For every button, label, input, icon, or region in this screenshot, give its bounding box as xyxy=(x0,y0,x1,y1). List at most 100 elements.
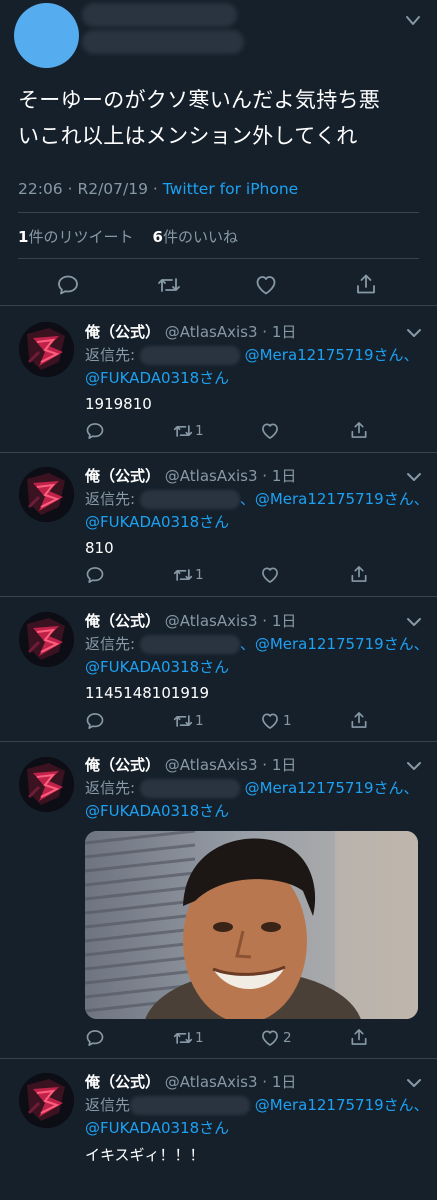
retweet-count: 1 xyxy=(18,228,29,246)
handle-and-time[interactable]: @AtlasAxis3 · 1日 xyxy=(165,756,297,774)
chevron-down-icon[interactable] xyxy=(405,327,423,339)
mention-link[interactable]: 、@Mera12175719さん、 xyxy=(240,635,429,653)
avatar[interactable] xyxy=(19,467,74,522)
heart-icon[interactable] xyxy=(260,711,280,731)
mention-link[interactable]: @FUKADA0318さん xyxy=(85,802,229,820)
like-count: 1 xyxy=(283,713,292,729)
tweet-source-link[interactable]: Twitter for iPhone xyxy=(163,180,298,198)
tweet-thread-page: そーゆーのがクソ寒いんだよ気持ち悪 いこれ以上はメンション外してくれ 22:06… xyxy=(0,0,437,1200)
replying-to: 返信先: @Mera12175719さん、 xyxy=(85,777,419,798)
replying-to: @FUKADA0318さん xyxy=(85,1117,229,1138)
replying-to-label: 返信先 xyxy=(85,1096,131,1114)
author-handle-redacted[interactable] xyxy=(82,30,244,54)
replying-to-label: 返信先: xyxy=(85,779,140,797)
reply-text: 810 xyxy=(85,539,114,557)
tweet-timestamp[interactable]: 22:06 · R2/07/19 · xyxy=(18,180,163,198)
chevron-down-icon[interactable] xyxy=(403,14,423,28)
reply-tweet[interactable]: 俺（公式） @AtlasAxis3 · 1日 返信先: 、@Mera121757… xyxy=(0,453,437,596)
replying-to: @FUKADA0318さん xyxy=(85,511,229,532)
display-name[interactable]: 俺（公式） xyxy=(85,467,160,485)
reply-text: イキスギィ！！！ xyxy=(85,1146,205,1164)
display-name[interactable]: 俺（公式） xyxy=(85,756,160,774)
heart-icon[interactable] xyxy=(260,421,280,441)
handle-and-time[interactable]: @AtlasAxis3 · 1日 xyxy=(165,1073,297,1091)
retweet-count: 1 xyxy=(195,567,204,583)
handle-and-time[interactable]: @AtlasAxis3 · 1日 xyxy=(165,323,297,341)
display-name[interactable]: 俺（公式） xyxy=(85,323,160,341)
redacted-mention xyxy=(139,779,240,798)
tweet-stats: 1件のリツイート 6件のいいね xyxy=(18,226,238,247)
reply-tweet[interactable]: 俺（公式） @AtlasAxis3 · 1日 返信先: @Mera1217571… xyxy=(0,306,437,452)
tweet-text: そーゆーのがクソ寒いんだよ気持ち悪 いこれ以上はメンション外してくれ xyxy=(18,82,428,154)
avatar[interactable] xyxy=(19,612,74,667)
reply-icon[interactable] xyxy=(85,421,105,441)
reply-actions: 1 xyxy=(0,564,437,588)
reply-tweet[interactable]: 俺（公式） @AtlasAxis3 · 1日 返信先 @Mera12175719… xyxy=(0,1059,437,1200)
handle-and-time[interactable]: @AtlasAxis3 · 1日 xyxy=(165,612,297,630)
replying-to: 返信先 @Mera12175719さん、 xyxy=(85,1094,429,1115)
reply-icon[interactable] xyxy=(85,565,105,585)
reply-icon[interactable] xyxy=(85,1028,105,1048)
avatar[interactable] xyxy=(19,757,74,812)
chevron-down-icon[interactable] xyxy=(405,1077,423,1089)
like-count: 6 xyxy=(152,228,163,246)
chevron-down-icon[interactable] xyxy=(405,471,423,483)
retweet-count: 1 xyxy=(195,423,204,439)
reply-header: 俺（公式） @AtlasAxis3 · 1日 xyxy=(85,465,296,486)
divider xyxy=(18,258,419,259)
mention-link[interactable]: @FUKADA0318さん xyxy=(85,658,229,676)
heart-icon[interactable] xyxy=(254,273,278,297)
mention-link[interactable]: @FUKADA0318さん xyxy=(85,1119,229,1137)
reply-header: 俺（公式） @AtlasAxis3 · 1日 xyxy=(85,610,296,631)
share-icon[interactable] xyxy=(354,272,378,296)
redacted-mention xyxy=(139,635,240,654)
redacted-mention xyxy=(139,490,240,509)
mention-link[interactable]: @FUKADA0318さん xyxy=(85,369,229,387)
share-icon[interactable] xyxy=(349,564,369,584)
retweet-icon[interactable] xyxy=(172,565,194,585)
reply-tweet[interactable]: 俺（公式） @AtlasAxis3 · 1日 返信先: 、@Mera121757… xyxy=(0,597,437,741)
mention-link[interactable]: @Mera12175719さん、 xyxy=(255,1096,429,1114)
retweet-icon[interactable] xyxy=(156,273,182,297)
mention-link[interactable]: @Mera12175719さん、 xyxy=(245,346,419,364)
reply-icon[interactable] xyxy=(56,273,80,297)
share-icon[interactable] xyxy=(349,1027,369,1047)
reply-header: 俺（公式） @AtlasAxis3 · 1日 xyxy=(85,1071,296,1092)
avatar[interactable] xyxy=(19,322,74,377)
like-stat[interactable]: 6件のいいね xyxy=(153,228,238,246)
reply-actions: 1 2 xyxy=(0,1027,437,1051)
replying-to: @FUKADA0318さん xyxy=(85,800,229,821)
divider xyxy=(18,212,419,213)
redacted-mention xyxy=(130,1096,251,1115)
avatar[interactable] xyxy=(19,1073,74,1128)
main-tweet: そーゆーのがクソ寒いんだよ気持ち悪 いこれ以上はメンション外してくれ 22:06… xyxy=(0,0,437,305)
display-name[interactable]: 俺（公式） xyxy=(85,1073,160,1091)
replying-to: 返信先: 、@Mera12175719さん、 xyxy=(85,633,429,654)
retweet-icon[interactable] xyxy=(172,711,194,731)
reply-text: 1145148101919 xyxy=(85,684,210,702)
mention-link[interactable]: @Mera12175719さん、 xyxy=(245,779,419,797)
chevron-down-icon[interactable] xyxy=(405,760,423,772)
like-stat-label: 件のいいね xyxy=(162,228,238,246)
mention-link[interactable]: @FUKADA0318さん xyxy=(85,513,229,531)
chevron-down-icon[interactable] xyxy=(405,616,423,628)
reply-icon[interactable] xyxy=(85,711,105,731)
replying-to: 返信先: 、@Mera12175719さん、 xyxy=(85,488,429,509)
mention-link[interactable]: 、@Mera12175719さん、 xyxy=(240,490,429,508)
like-count: 2 xyxy=(283,1030,292,1046)
author-avatar[interactable] xyxy=(14,3,79,68)
heart-icon[interactable] xyxy=(260,565,280,585)
handle-and-time[interactable]: @AtlasAxis3 · 1日 xyxy=(165,467,297,485)
retweet-stat[interactable]: 1件のリツイート xyxy=(18,228,133,246)
heart-icon[interactable] xyxy=(260,1028,280,1048)
display-name[interactable]: 俺（公式） xyxy=(85,612,160,630)
main-tweet-actions xyxy=(0,268,437,300)
share-icon[interactable] xyxy=(349,420,369,440)
author-name-redacted[interactable] xyxy=(82,3,237,27)
attached-photo[interactable] xyxy=(85,831,418,1019)
retweet-icon[interactable] xyxy=(172,421,194,441)
replying-to: @FUKADA0318さん xyxy=(85,367,229,388)
retweet-stat-label: 件のリツイート xyxy=(28,228,134,246)
share-icon[interactable] xyxy=(349,710,369,730)
retweet-icon[interactable] xyxy=(172,1028,194,1048)
